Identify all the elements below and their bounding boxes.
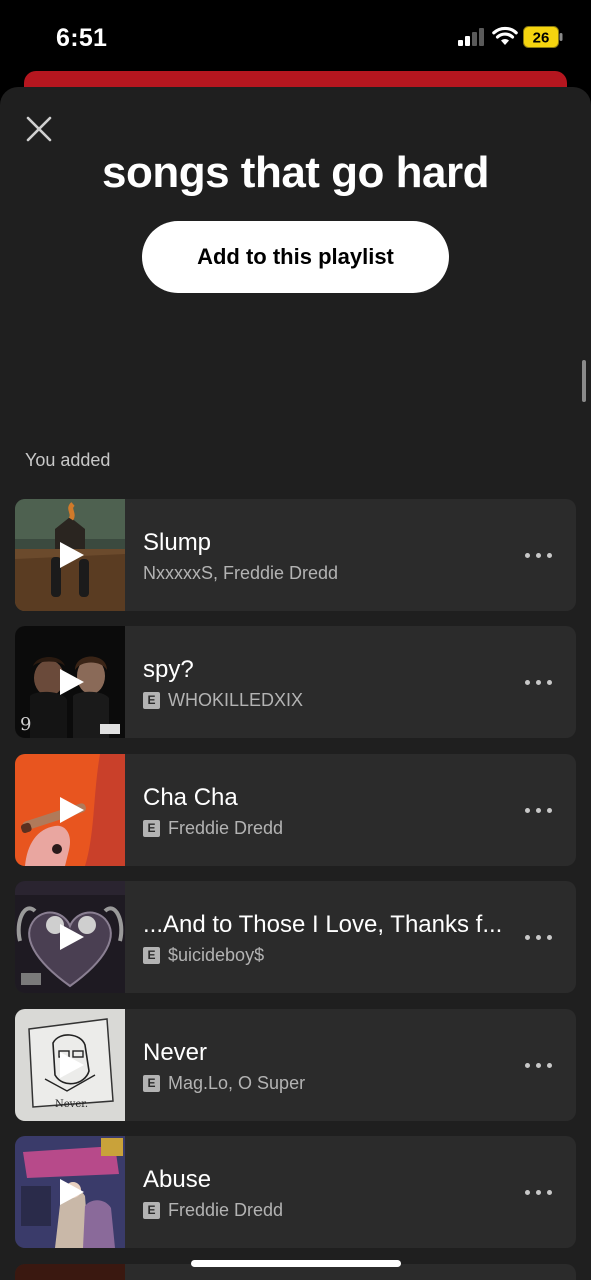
cellular-signal-icon bbox=[458, 28, 484, 46]
album-cover bbox=[15, 1264, 125, 1280]
track-artists: Mag.Lo, O Super bbox=[168, 1072, 306, 1093]
track-title: Cha Cha bbox=[143, 783, 238, 811]
track-row[interactable]: Never. Never E Mag.Lo, O Super bbox=[15, 1008, 576, 1121]
album-cover: 9 bbox=[15, 626, 125, 739]
battery-level: 26 bbox=[533, 30, 550, 47]
album-cover bbox=[15, 881, 125, 994]
explicit-badge: E bbox=[143, 692, 160, 710]
track-artists-line: E Mag.Lo, O Super bbox=[143, 1073, 305, 1094]
track-title: Slump bbox=[143, 529, 212, 556]
more-options-button[interactable] bbox=[525, 927, 553, 947]
track-artists-line: E Freddie Dredd bbox=[143, 818, 283, 839]
section-label-you-added: You added bbox=[25, 450, 111, 470]
add-to-playlist-button[interactable]: Add to this playlist bbox=[142, 221, 449, 293]
status-bar: 6:51 26 bbox=[0, 0, 591, 76]
track-row[interactable]: ...And to Those I Love, Thanks f... E $u… bbox=[15, 881, 576, 994]
more-options-button[interactable] bbox=[525, 672, 553, 692]
track-row[interactable]: Cha Cha E Freddie Dredd bbox=[15, 753, 576, 866]
track-artists-line: E $uicideboy$ bbox=[143, 945, 264, 966]
play-icon[interactable] bbox=[59, 796, 85, 824]
scrollbar-thumb[interactable] bbox=[582, 360, 586, 402]
play-icon[interactable] bbox=[59, 1051, 85, 1079]
track-artists-line: NxxxxxS, Freddie Dredd bbox=[143, 563, 338, 584]
status-time: 6:51 bbox=[56, 24, 108, 52]
track-artists-line: E Freddie Dredd bbox=[143, 1200, 283, 1221]
more-options-button[interactable] bbox=[525, 1182, 553, 1202]
track-artists: Freddie Dredd bbox=[168, 1199, 284, 1220]
track-list: Slump NxxxxxS, Freddie Dredd 9 spy? E WH… bbox=[15, 499, 576, 1263]
track-artists: NxxxxxS, Freddie Dredd bbox=[143, 563, 339, 583]
more-options-button[interactable] bbox=[525, 545, 553, 565]
explicit-badge: E bbox=[143, 947, 160, 965]
track-title: ...And to Those I Love, Thanks f... bbox=[143, 911, 503, 939]
album-cover bbox=[15, 753, 125, 866]
wifi-icon bbox=[492, 26, 518, 45]
more-options-button[interactable] bbox=[525, 800, 553, 820]
track-row[interactable]: Slump NxxxxxS, Freddie Dredd bbox=[15, 499, 576, 611]
play-icon[interactable] bbox=[59, 668, 85, 696]
explicit-badge: E bbox=[143, 1074, 160, 1092]
track-title: Abuse bbox=[143, 1165, 212, 1193]
album-cover bbox=[15, 499, 125, 611]
track-artists-line: E WHOKILLEDXIX bbox=[143, 690, 303, 711]
battery-icon: 26 bbox=[523, 26, 563, 48]
track-title: Never bbox=[143, 1038, 208, 1066]
more-options-button[interactable] bbox=[525, 1055, 553, 1075]
svg-text:Never.: Never. bbox=[55, 1099, 88, 1110]
track-artists: $uicideboy$ bbox=[168, 945, 265, 966]
play-icon[interactable] bbox=[59, 923, 85, 951]
svg-text:9: 9 bbox=[20, 714, 31, 735]
home-indicator[interactable] bbox=[191, 1260, 401, 1267]
explicit-badge: E bbox=[143, 819, 160, 837]
track-artists: Freddie Dredd bbox=[168, 817, 284, 838]
track-row[interactable]: 9 spy? E WHOKILLEDXIX bbox=[15, 626, 576, 739]
album-cover: Never. bbox=[15, 1008, 125, 1121]
play-icon[interactable] bbox=[59, 1178, 85, 1206]
explicit-badge: E bbox=[143, 1201, 160, 1219]
playlist-title: songs that go hard bbox=[102, 148, 490, 197]
track-title: spy? bbox=[143, 656, 194, 684]
track-artists: WHOKILLEDXIX bbox=[168, 690, 304, 711]
play-icon[interactable] bbox=[59, 541, 85, 569]
track-row[interactable]: Abuse E Freddie Dredd bbox=[15, 1135, 576, 1248]
close-icon[interactable] bbox=[24, 114, 54, 144]
album-cover bbox=[15, 1135, 125, 1248]
